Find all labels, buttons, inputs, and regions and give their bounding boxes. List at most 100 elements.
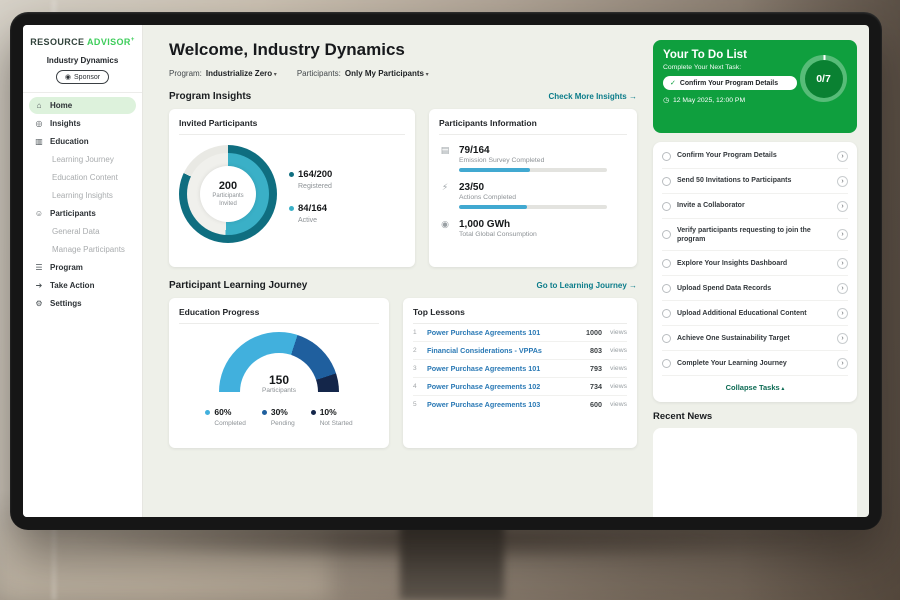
task-row-upload-educational-content[interactable]: Upload Additional Educational Content › xyxy=(662,301,848,326)
lesson-row[interactable]: 2 Financial Considerations - VPPAs 803 v… xyxy=(413,342,627,360)
go-to-learning-journey-link[interactable]: Go to Learning Journey xyxy=(537,281,637,290)
invited-donut-chart: 200 Participants Invited xyxy=(179,145,277,243)
task-row-confirm-program[interactable]: Confirm Your Program Details › xyxy=(662,144,848,169)
todo-panel: Your To Do List Complete Your Next Task:… xyxy=(651,25,869,517)
participants-dropdown[interactable]: Participants: Only My Participants xyxy=(297,69,429,78)
sidebar-item-settings[interactable]: ⚙ Settings xyxy=(29,295,136,312)
lesson-views: 734 xyxy=(590,382,602,391)
task-checkbox[interactable] xyxy=(662,177,671,186)
chevron-right-icon[interactable]: › xyxy=(837,283,848,294)
learning-cards-row: Education Progress 150 Participants xyxy=(169,298,637,448)
program-icon: ☰ xyxy=(34,263,44,272)
monitor-stand xyxy=(400,524,504,600)
chevron-right-icon[interactable]: › xyxy=(837,201,848,212)
lesson-views-unit: views xyxy=(610,347,627,354)
sidebar-item-label: Education Content xyxy=(52,173,118,182)
invited-center-value: 200 xyxy=(219,180,237,192)
info-card-title: Participants Information xyxy=(439,118,627,135)
task-row-upload-spend-data[interactable]: Upload Spend Data Records › xyxy=(662,276,848,301)
sidebar-item-manage-participants[interactable]: Manage Participants xyxy=(29,241,136,258)
task-label: Upload Spend Data Records xyxy=(677,284,831,293)
task-checkbox[interactable] xyxy=(662,284,671,293)
education-card-title: Education Progress xyxy=(179,307,379,324)
task-checkbox[interactable] xyxy=(662,152,671,161)
sidebar-item-home[interactable]: ⌂ Home xyxy=(29,97,136,114)
registered-dot xyxy=(289,172,294,177)
completed-value: 60% xyxy=(214,407,231,417)
lesson-link[interactable]: Power Purchase Agreements 103 xyxy=(427,400,584,409)
registered-label: Registered xyxy=(298,183,332,190)
sidebar-item-label: Take Action xyxy=(50,281,94,290)
collapse-tasks-link[interactable]: Collapse Tasks xyxy=(662,376,848,400)
task-label: Invite a Collaborator xyxy=(677,201,831,210)
task-checkbox[interactable] xyxy=(662,359,671,368)
sidebar-nav: ⌂ Home ◎ Insights ▥ Education Learning J… xyxy=(23,96,142,517)
task-checkbox[interactable] xyxy=(662,309,671,318)
active-dot xyxy=(289,206,294,211)
task-label: Confirm Your Program Details xyxy=(677,151,831,160)
task-checkbox[interactable] xyxy=(662,230,671,239)
lesson-views: 803 xyxy=(590,346,602,355)
participants-value[interactable]: Only My Participants xyxy=(345,69,429,78)
sidebar-item-participants[interactable]: ☺ Participants xyxy=(29,205,136,222)
sidebar-item-insights[interactable]: ◎ Insights xyxy=(29,115,136,132)
task-row-achieve-target[interactable]: Achieve One Sustainability Target › xyxy=(662,326,848,351)
program-value[interactable]: Industrialize Zero xyxy=(206,69,277,78)
invited-chart-area: 200 Participants Invited 164/200 Registe… xyxy=(179,145,405,243)
sidebar-item-program[interactable]: ☰ Program xyxy=(29,259,136,276)
task-row-invite-collaborator[interactable]: Invite a Collaborator › xyxy=(662,194,848,219)
stat-body: 23/50 Actions Completed xyxy=(459,182,607,209)
chevron-right-icon[interactable]: › xyxy=(837,176,848,187)
sidebar-item-general-data[interactable]: General Data xyxy=(29,223,136,240)
sidebar-item-education[interactable]: ▥ Education xyxy=(29,133,136,150)
lesson-row[interactable]: 3 Power Purchase Agreements 101 793 view… xyxy=(413,360,627,378)
consumption-value: 1,000 GWh xyxy=(459,219,537,230)
chevron-right-icon[interactable]: › xyxy=(837,258,848,269)
task-row-explore-insights[interactable]: Explore Your Insights Dashboard › xyxy=(662,251,848,276)
check-more-insights-link[interactable]: Check More Insights xyxy=(549,92,637,101)
task-label: Explore Your Insights Dashboard xyxy=(677,259,831,268)
task-checkbox[interactable] xyxy=(662,334,671,343)
lesson-row[interactable]: 1 Power Purchase Agreements 101 1000 vie… xyxy=(413,324,627,342)
sponsor-icon: ◉ xyxy=(65,73,71,81)
legend-pending: 30% Pending xyxy=(262,402,295,427)
lesson-row[interactable]: 4 Power Purchase Agreements 102 734 view… xyxy=(413,378,627,396)
sponsor-label: Sponsor xyxy=(74,74,100,81)
education-icon: ▥ xyxy=(34,137,44,146)
sidebar-item-learning-insights[interactable]: Learning Insights xyxy=(29,187,136,204)
sidebar-item-take-action[interactable]: ➔ Take Action xyxy=(29,277,136,294)
task-row-send-invitations[interactable]: Send 50 Invitations to Participants › xyxy=(662,169,848,194)
recent-news-card xyxy=(653,428,857,517)
chevron-right-icon[interactable]: › xyxy=(837,151,848,162)
lesson-row[interactable]: 5 Power Purchase Agreements 103 600 view… xyxy=(413,396,627,413)
task-row-verify-participants[interactable]: Verify participants requesting to join t… xyxy=(662,219,848,251)
chevron-right-icon[interactable]: › xyxy=(837,308,848,319)
sidebar-item-label: Learning Insights xyxy=(52,191,113,200)
task-checkbox[interactable] xyxy=(662,259,671,268)
lesson-rank: 2 xyxy=(413,347,421,354)
actions-completed-value: 23/50 xyxy=(459,182,607,193)
chevron-right-icon[interactable]: › xyxy=(837,229,848,240)
sidebar-item-education-content[interactable]: Education Content xyxy=(29,169,136,186)
program-insights-header: Program Insights Check More Insights xyxy=(169,91,637,102)
sidebar-item-learning-journey[interactable]: Learning Journey xyxy=(29,151,136,168)
next-task-label: Confirm Your Program Details xyxy=(680,80,778,87)
org-name: Industry Dynamics xyxy=(23,56,142,65)
gauge-center-label: Participants xyxy=(219,387,339,394)
lesson-link[interactable]: Power Purchase Agreements 101 xyxy=(427,328,580,337)
program-dropdown[interactable]: Program: Industrialize Zero xyxy=(169,69,277,78)
chevron-right-icon[interactable]: › xyxy=(837,358,848,369)
sidebar-item-label: Learning Journey xyxy=(52,155,114,164)
task-row-complete-learning-journey[interactable]: Complete Your Learning Journey › xyxy=(662,351,848,376)
clock-icon: ◷ xyxy=(663,96,669,104)
check-icon: ✓ xyxy=(670,79,676,87)
next-task-pill[interactable]: ✓ Confirm Your Program Details xyxy=(663,76,797,90)
task-list-card: Confirm Your Program Details › Send 50 I… xyxy=(653,142,857,402)
task-checkbox[interactable] xyxy=(662,202,671,211)
completed-dot xyxy=(205,410,210,415)
lesson-link[interactable]: Power Purchase Agreements 102 xyxy=(427,382,584,391)
chevron-right-icon[interactable]: › xyxy=(837,333,848,344)
lesson-link[interactable]: Financial Considerations - VPPAs xyxy=(427,346,584,355)
gauge-center-value: 150 xyxy=(219,373,339,387)
lesson-link[interactable]: Power Purchase Agreements 101 xyxy=(427,364,584,373)
